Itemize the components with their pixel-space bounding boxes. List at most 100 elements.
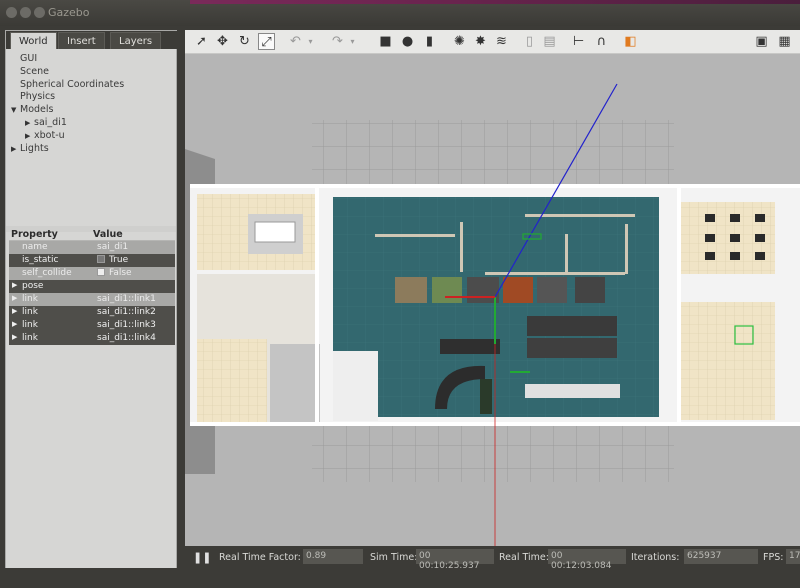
tab-world[interactable]: World — [10, 32, 57, 49]
cylinder-icon[interactable]: ▮ — [421, 33, 438, 50]
tree-item[interactable]: Physics — [11, 91, 55, 104]
expand-arrow-icon[interactable]: ▶ — [12, 281, 17, 289]
property-key: self_collide — [22, 268, 72, 278]
property-value: False — [97, 268, 132, 278]
real-time-factor-label: Real Time Factor: — [219, 552, 301, 563]
maximize-window-icon[interactable] — [34, 7, 45, 18]
copy-icon[interactable]: ▯ — [521, 33, 538, 50]
property-row[interactable]: ▶ link sai_di1::link4 — [9, 332, 175, 345]
expand-arrow-icon[interactable]: ▶ — [12, 294, 17, 302]
close-window-icon[interactable] — [6, 7, 17, 18]
box-icon[interactable]: ■ — [377, 33, 394, 50]
property-value: sai_di1::link4 — [97, 333, 156, 343]
sim-time-label: Sim Time: — [370, 552, 418, 563]
status-bar: ❚❚ Real Time Factor: 0.89 Sim Time: 00 0… — [185, 546, 800, 571]
sphere-icon[interactable]: ● — [399, 33, 416, 50]
property-value: True — [97, 255, 128, 265]
value-col-header: Value — [93, 229, 123, 240]
tree-item-label: Scene — [20, 65, 49, 77]
property-value: sai_di1::link1 — [97, 294, 156, 304]
property-key: link — [22, 294, 38, 304]
collapsed-arrow-icon[interactable]: ▶ — [25, 119, 34, 127]
spot-light-icon[interactable]: ✸ — [472, 33, 489, 50]
tree-item-label: Spherical Coordinates — [20, 78, 125, 90]
record-icon[interactable]: ▦ — [776, 33, 793, 50]
scene-render[interactable] — [185, 54, 800, 546]
property-header: Property Value — [9, 229, 175, 241]
property-col-header: Property — [11, 229, 58, 240]
real-time-factor-value: 0.89 — [303, 549, 363, 564]
expand-arrow-icon[interactable]: ▶ — [12, 333, 17, 341]
tree-item-label: Models — [20, 104, 54, 116]
property-value: sai_di1::link2 — [97, 307, 156, 317]
property-value-text: sai_di1::link2 — [97, 307, 156, 317]
property-value-text: sai_di1 — [97, 242, 129, 252]
pause-icon[interactable]: ❚❚ — [193, 551, 211, 564]
iterations-value: 625937 — [684, 549, 758, 564]
property-row[interactable]: ▶ pose — [9, 280, 175, 293]
collapsed-arrow-icon[interactable]: ▶ — [11, 145, 20, 153]
translate-icon[interactable]: ✥ — [214, 33, 231, 50]
property-row[interactable]: ▶ link sai_di1::link3 — [9, 319, 175, 332]
iterations-label: Iterations: — [631, 552, 680, 563]
real-time-value: 00 00:12:03.084 — [548, 549, 626, 571]
tree-item[interactable]: Spherical Coordinates — [11, 79, 124, 92]
tree-item[interactable]: GUI — [11, 53, 37, 66]
tree-item[interactable]: ▶ Lights — [11, 143, 49, 156]
snap-icon[interactable]: ∩ — [593, 33, 610, 50]
property-key: is_static — [22, 255, 59, 265]
bottom-bar — [0, 568, 800, 588]
tree-item-label: xbot-u — [34, 129, 65, 141]
property-value-text: False — [109, 268, 132, 278]
expand-arrow-icon[interactable]: ▶ — [12, 307, 17, 315]
select-arrow-icon[interactable]: ➚ — [193, 33, 210, 50]
tab-layers[interactable]: Layers — [110, 32, 162, 49]
minimize-window-icon[interactable] — [20, 7, 31, 18]
tree-item[interactable]: Scene — [11, 66, 49, 79]
property-row[interactable]: name sai_di1 — [9, 241, 175, 254]
property-row[interactable]: is_static True — [9, 254, 175, 267]
fps-value: 17 — [786, 549, 800, 564]
world-tree: GUI Scene Spherical Coordinates Physics ▼ Mod… — [6, 51, 176, 231]
redo-dropdown-icon[interactable]: ▾ — [344, 33, 361, 50]
scale-icon[interactable]: ⤢ — [258, 33, 275, 50]
screenshot-icon[interactable]: ▣ — [753, 33, 770, 50]
3d-viewport[interactable] — [185, 54, 800, 546]
window-title: Gazebo — [48, 6, 90, 19]
property-value: sai_di1 — [97, 242, 128, 252]
property-value: sai_di1::link3 — [97, 320, 156, 330]
property-key: link — [22, 333, 38, 343]
tab-insert[interactable]: Insert — [58, 32, 105, 49]
checkbox[interactable] — [97, 255, 105, 263]
main-toolbar: ➚ ✥ ↻ ⤢ ↶ ▾ ↷ ▾ ■ ● ▮ ✺ ✸ ≋ ▯ ▤ ⊢ ∩ ◧ ▣ … — [185, 30, 800, 54]
property-row[interactable]: ▶ link sai_di1::link2 — [9, 306, 175, 319]
panel-tabs: World Insert Layers — [6, 31, 178, 49]
tree-item-label: Lights — [20, 142, 49, 154]
property-value-text: sai_di1::link1 — [97, 294, 156, 304]
color-icon[interactable]: ◧ — [622, 33, 639, 50]
collapsed-arrow-icon[interactable]: ▶ — [25, 132, 34, 140]
property-key: link — [22, 307, 38, 317]
title-stripe — [190, 0, 800, 4]
tree-item[interactable]: ▶ sai_di1 — [25, 117, 67, 130]
property-value-text: True — [109, 255, 129, 265]
tree-item[interactable]: ▼ Models — [11, 104, 53, 117]
align-icon[interactable]: ⊢ — [570, 33, 587, 50]
tree-item[interactable]: ▶ xbot-u — [25, 130, 65, 143]
property-key: name — [22, 242, 48, 252]
property-row[interactable]: ▶ link sai_di1::link1 — [9, 293, 175, 306]
real-time-label: Real Time: — [499, 552, 549, 563]
directional-light-icon[interactable]: ≋ — [493, 33, 510, 50]
property-key: pose — [22, 281, 44, 291]
property-value-text: sai_di1::link3 — [97, 320, 156, 330]
expand-arrow-icon[interactable]: ▶ — [12, 320, 17, 328]
checkbox[interactable] — [97, 268, 105, 276]
undo-dropdown-icon[interactable]: ▾ — [302, 33, 319, 50]
property-row[interactable]: self_collide False — [9, 267, 175, 280]
paste-icon[interactable]: ▤ — [541, 33, 558, 50]
property-key: link — [22, 320, 38, 330]
rotate-icon[interactable]: ↻ — [236, 33, 253, 50]
expanded-arrow-icon[interactable]: ▼ — [11, 106, 20, 114]
tree-item-label: GUI — [20, 53, 38, 64]
point-light-icon[interactable]: ✺ — [451, 33, 468, 50]
